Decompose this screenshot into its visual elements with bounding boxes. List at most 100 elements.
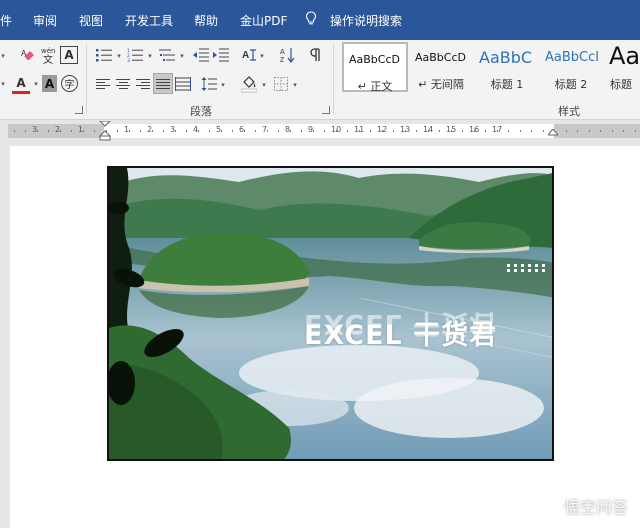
- ruler-tick: [83, 130, 84, 132]
- lightbulb-icon: [305, 11, 317, 25]
- bullets-dropdown-arrow[interactable]: ▾: [114, 48, 122, 64]
- svg-text:A: A: [280, 49, 285, 56]
- styles-group-label: 样式: [558, 105, 580, 118]
- watermark-text: 悟空问答: [563, 498, 628, 517]
- sort-button[interactable]: AZ: [280, 46, 296, 64]
- ruler-tick: [497, 130, 498, 132]
- style-heading-2[interactable]: AaBbCcI 标题 2: [540, 42, 602, 92]
- tell-me-search[interactable]: 操作说明搜索: [330, 12, 402, 29]
- justify-button[interactable]: [153, 73, 173, 94]
- multilevel-dropdown-arrow[interactable]: ▾: [177, 48, 185, 64]
- character-border-button[interactable]: A: [60, 46, 78, 64]
- right-indent-marker-icon[interactable]: [548, 129, 558, 139]
- ruler-tick: [255, 130, 256, 132]
- borders-button[interactable]: [272, 75, 290, 93]
- ruler-tick: [543, 130, 544, 132]
- highlight-dropdown-arrow[interactable]: ▾: [0, 76, 6, 92]
- wukong-logo-icon: [536, 495, 558, 517]
- bullets-button[interactable]: [93, 46, 115, 64]
- ruler-tick: [221, 130, 222, 132]
- numbered-list-icon: 123: [127, 48, 143, 62]
- indent-markers-icon[interactable]: [99, 121, 111, 141]
- style-heading-1[interactable]: AaBbC 标题 1: [474, 42, 540, 92]
- tab-view[interactable]: 视图: [79, 12, 103, 29]
- style-normal[interactable]: AaBbCcD ↵ 正文: [342, 42, 408, 93]
- styles-gallery: AaBbCcD ↵ 正文 AaBbCcD ↵ 无间隔 AaBbC 标题 1 Aa…: [340, 42, 640, 94]
- tab-wps-pdf[interactable]: 金山PDF: [240, 12, 287, 29]
- ruler-tick: [382, 130, 383, 132]
- ruler-tick: [370, 130, 371, 132]
- distributed-button[interactable]: [174, 75, 192, 93]
- paint-bucket-icon: [241, 76, 257, 93]
- word-window: 件 审阅 视图 开发工具 帮助 金山PDF 操作说明搜索 ▾ A wén 文 A…: [0, 0, 640, 528]
- ruler-tick: [485, 130, 486, 132]
- watermark: 悟空问答: [536, 494, 628, 518]
- clear-formatting-button[interactable]: A: [20, 46, 38, 64]
- ruler-tick: [393, 130, 394, 132]
- paragraph-dialog-launcher[interactable]: [322, 106, 330, 114]
- shading-button[interactable]: [240, 74, 258, 94]
- align-right-button[interactable]: [134, 75, 152, 93]
- line-spacing-button[interactable]: [200, 75, 218, 93]
- ruler-tick: [267, 130, 268, 132]
- svg-text:wén: wén: [41, 47, 55, 55]
- font-size-dropdown-arrow[interactable]: ▾: [0, 48, 6, 64]
- ruler-tick: [508, 130, 509, 132]
- increase-indent-button[interactable]: [212, 46, 230, 64]
- ruler-tick: [14, 130, 15, 132]
- ruler-tick: [71, 130, 72, 132]
- line-spacing-dropdown-arrow[interactable]: ▾: [218, 77, 226, 93]
- inserted-image[interactable]: EXCEL 干货君 EXCEL 干货君: [107, 166, 554, 461]
- ruler-tick: [140, 130, 141, 132]
- tab-file[interactable]: 件: [0, 12, 12, 29]
- font-dialog-launcher[interactable]: [75, 106, 83, 114]
- svg-text:A: A: [21, 49, 27, 58]
- ruler-tick: [301, 130, 302, 132]
- multilevel-list-icon: [159, 49, 175, 61]
- align-center-button[interactable]: [114, 75, 132, 93]
- character-shading-button[interactable]: A: [42, 75, 57, 92]
- sort-az-icon: AZ: [280, 48, 295, 63]
- tab-review[interactable]: 审阅: [33, 12, 57, 29]
- ruler-tick: [635, 130, 636, 132]
- numbering-dropdown-arrow[interactable]: ▾: [145, 48, 153, 64]
- borders-icon: [274, 77, 288, 91]
- ruler-tick: [612, 130, 613, 132]
- ruler-tick: [416, 130, 417, 132]
- ruler-tick: [623, 130, 624, 132]
- ruler-tick: [232, 130, 233, 132]
- distributed-align-icon: [175, 77, 191, 91]
- shading-dropdown-arrow[interactable]: ▾: [259, 77, 267, 93]
- style-title[interactable]: Aa 标题: [604, 42, 640, 92]
- font-color-dropdown-arrow[interactable]: ▾: [31, 76, 39, 92]
- multilevel-list-button[interactable]: [156, 46, 178, 64]
- align-left-button[interactable]: [94, 75, 112, 93]
- font-color-button[interactable]: A: [12, 74, 30, 94]
- ruler-tick: [152, 130, 153, 132]
- horizontal-ruler[interactable]: 3211234567891011121314151617: [0, 120, 640, 142]
- ruler-tick: [313, 130, 314, 132]
- ruler-tick: [428, 130, 429, 132]
- borders-dropdown-arrow[interactable]: ▾: [290, 77, 298, 93]
- align-center-icon: [116, 79, 130, 89]
- tab-developer[interactable]: 开发工具: [125, 12, 173, 29]
- ruler-tick: [244, 130, 245, 132]
- ruler-tick: [577, 130, 578, 132]
- divider: [86, 44, 87, 114]
- decrease-indent-button[interactable]: [192, 46, 210, 64]
- phonetic-guide-icon: wén 文: [41, 47, 55, 65]
- style-no-spacing[interactable]: AaBbCcD ↵ 无间隔: [410, 42, 472, 92]
- show-formatting-marks-button[interactable]: [308, 46, 324, 64]
- image-caption-reflection: EXCEL 干货君: [304, 312, 498, 339]
- justify-icon: [156, 78, 170, 89]
- asian-layout-button[interactable]: A: [241, 46, 257, 64]
- asian-layout-icon: A: [242, 49, 256, 61]
- asian-layout-dropdown-arrow[interactable]: ▾: [257, 48, 265, 64]
- phonetic-guide-button[interactable]: wén 文: [40, 45, 58, 65]
- numbering-button[interactable]: 123: [124, 46, 146, 64]
- ruler-tick: [336, 130, 337, 132]
- enclose-characters-button[interactable]: 字: [61, 75, 78, 92]
- tab-help[interactable]: 帮助: [194, 12, 218, 29]
- ruler-tick: [198, 130, 199, 132]
- eraser-icon: A: [21, 49, 34, 61]
